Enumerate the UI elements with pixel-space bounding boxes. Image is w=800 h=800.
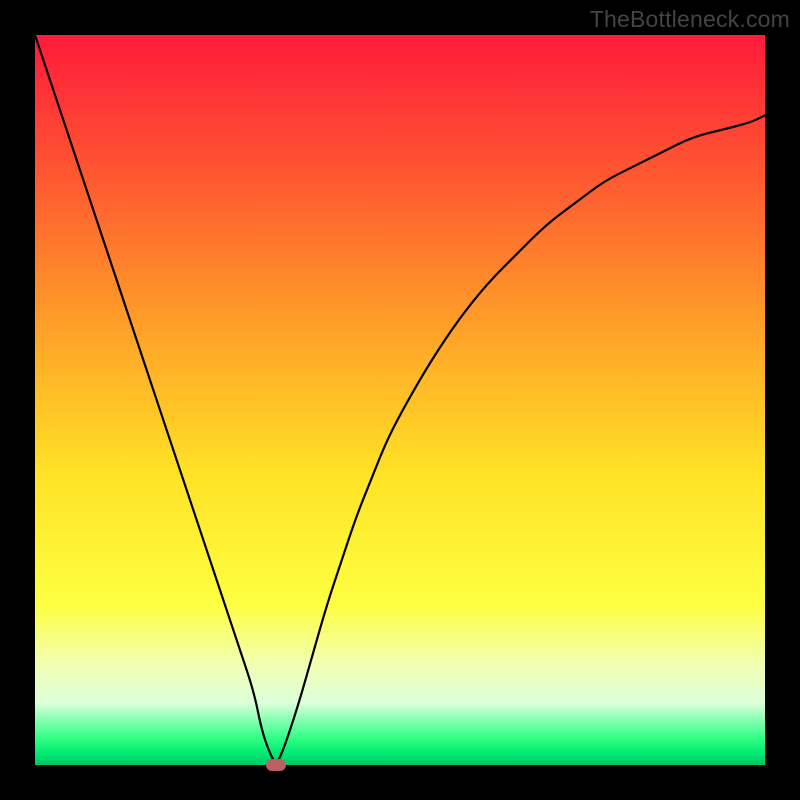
plot-area [35,35,765,765]
gradient-background [35,35,765,765]
chart-frame: TheBottleneck.com [0,0,800,800]
watermark-text: TheBottleneck.com [590,6,790,33]
